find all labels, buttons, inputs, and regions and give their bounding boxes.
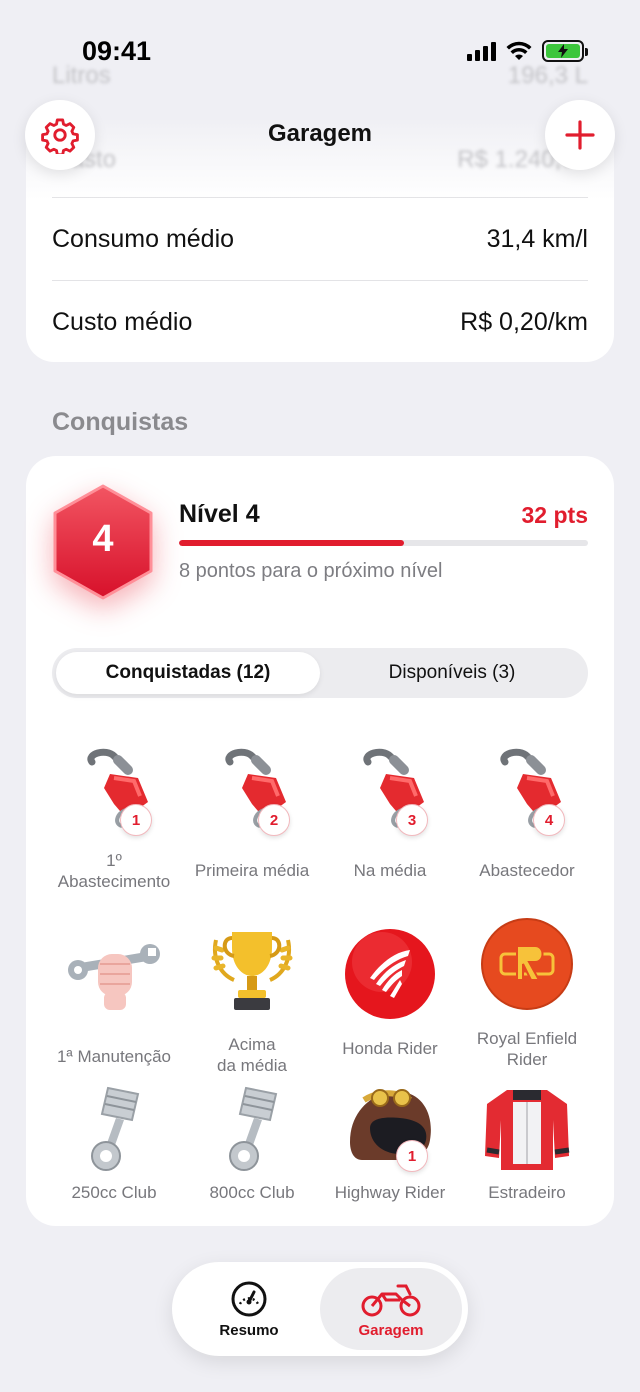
badge-label: Honda Rider [342, 1039, 438, 1058]
badge-item[interactable]: 2 Primeira média [182, 744, 322, 881]
badge-item[interactable]: 4 Abastecedor [457, 744, 597, 881]
count-badge: 1 [120, 804, 152, 836]
badge-label: 1º Abastecimento [57, 851, 171, 891]
battery-icon [542, 40, 588, 62]
badge-item[interactable]: Royal Enfield Rider [457, 914, 597, 1070]
level-progress-bar [179, 540, 588, 546]
badge-item[interactable]: Estradeiro [457, 1080, 597, 1203]
status-icons [467, 40, 588, 62]
next-level-text: 8 pontos para o próximo nível [179, 560, 443, 582]
plus-icon [565, 120, 595, 150]
count-badge: 3 [396, 804, 428, 836]
badge-label: Acima da média [217, 1035, 287, 1075]
badge-label: Estradeiro [488, 1183, 566, 1202]
status-bar: 09:41 [0, 0, 640, 90]
badge-item[interactable]: Honda Rider [320, 924, 460, 1059]
royal-enfield-logo-icon [477, 914, 577, 1014]
badge-label: 800cc Club [209, 1183, 295, 1202]
motorcycle-icon [361, 1284, 421, 1316]
wifi-icon [506, 41, 532, 60]
badge-item[interactable]: 1ª Manutenção [44, 926, 184, 1067]
badge-label: Royal Enfield Rider [476, 1029, 578, 1069]
piston-icon [64, 1080, 164, 1180]
fuel-pump-icon: 4 [477, 744, 577, 844]
add-button[interactable] [545, 100, 615, 170]
page-title: Garagem [267, 120, 373, 147]
badge-item[interactable]: 1 Highway Rider [320, 1080, 460, 1203]
badge-item[interactable]: 1 1º Abastecimento [44, 744, 184, 892]
tab-label: Garagem [358, 1321, 424, 1339]
badge-label: Abastecedor [479, 861, 575, 880]
piston-icon [202, 1080, 302, 1180]
tab-label: Resumo [219, 1321, 279, 1339]
level-badge: 4 [48, 482, 158, 602]
tab-disponiveis[interactable]: Disponíveis (3) [320, 652, 584, 694]
trophy-icon [202, 918, 302, 1018]
helmet-icon: 1 [340, 1080, 440, 1180]
stat-label: Custo médio [52, 307, 193, 336]
level-number: 4 [92, 518, 114, 560]
tab-garagem[interactable]: Garagem [320, 1268, 462, 1350]
header: Garagem [0, 100, 640, 170]
badge-item[interactable]: 800cc Club [182, 1080, 322, 1203]
wrench-fist-icon [64, 926, 164, 1026]
badge-item[interactable]: 3 Na média [320, 744, 460, 881]
badge-item[interactable]: Acima da média [182, 918, 322, 1076]
tab-conquistadas[interactable]: Conquistadas (12) [56, 652, 320, 694]
bottom-tab-bar: Resumo Garagem [172, 1262, 468, 1356]
honda-logo-icon [340, 924, 440, 1024]
stat-value: 31,4 km/l [486, 224, 588, 253]
cellular-signal-icon [467, 41, 496, 61]
stat-value: R$ 0,20/km [460, 307, 588, 336]
count-badge: 4 [533, 804, 565, 836]
achievements-card: 4 Nível 4 32 pts 8 pontos para o próximo… [26, 456, 614, 1226]
badge-item[interactable]: 250cc Club [44, 1080, 184, 1203]
achievements-segmented-control: Conquistadas (12) Disponíveis (3) [52, 648, 588, 698]
jacket-icon [477, 1080, 577, 1180]
level-progress-fill [179, 540, 404, 546]
fuel-pump-icon: 1 [64, 744, 164, 844]
badge-label: Highway Rider [334, 1183, 446, 1202]
badge-label: 1ª Manutenção [56, 1047, 172, 1066]
tab-resumo[interactable]: Resumo [178, 1268, 320, 1350]
fuel-pump-icon: 3 [340, 744, 440, 844]
count-badge: 1 [396, 1140, 428, 1172]
status-time: 09:41 [82, 36, 152, 66]
section-title: Conquistas [52, 408, 189, 436]
speedometer-icon [231, 1281, 267, 1316]
stat-row-custo: Custo médio R$ 0,20/km [52, 281, 588, 363]
badge-label: Primeira média [194, 861, 310, 880]
level-title: Nível 4 [179, 500, 260, 528]
badge-label: 250cc Club [71, 1183, 157, 1202]
stat-label: Consumo médio [52, 224, 235, 253]
fuel-pump-icon: 2 [202, 744, 302, 844]
stat-row-consumo: Consumo médio 31,4 km/l [52, 198, 588, 280]
level-points: 32 pts [521, 502, 588, 528]
badge-label: Na média [353, 861, 427, 880]
count-badge: 2 [258, 804, 290, 836]
